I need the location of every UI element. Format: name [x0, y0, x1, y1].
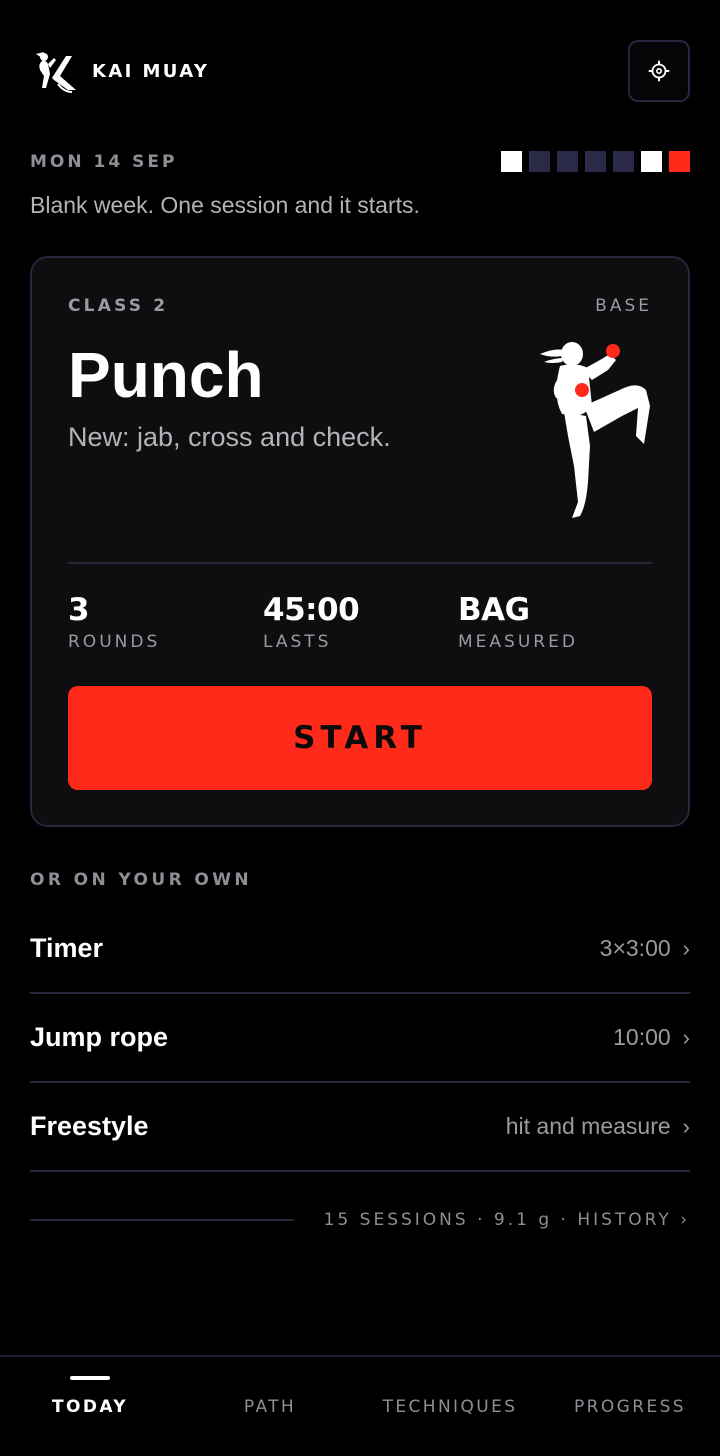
tab-label: PROGRESS — [574, 1397, 686, 1417]
week-day-empty — [557, 151, 578, 172]
week-day-empty — [585, 151, 606, 172]
hit-zone-marker — [575, 383, 589, 397]
stat-rounds: 3 ROUNDS — [68, 592, 160, 652]
list-item-value: 3×3:00 — [599, 935, 671, 961]
tab-label: TECHNIQUES — [382, 1397, 518, 1417]
start-button[interactable]: START — [68, 686, 652, 790]
class-description: New: jab, cross and check. — [68, 422, 391, 452]
current-date: MON 14 SEP — [30, 152, 178, 172]
week-day-today — [669, 151, 690, 172]
list-item-jump-rope[interactable]: Jump rope 10:00 › — [30, 994, 690, 1083]
list-item-title: Jump rope — [30, 1022, 169, 1052]
week-day-done — [641, 151, 662, 172]
stat-value: 3 — [68, 592, 90, 628]
stat-label: ROUNDS — [68, 632, 161, 652]
week-strip — [501, 151, 690, 172]
fighter-illustration — [540, 342, 650, 518]
tab-progress[interactable]: PROGRESS — [540, 1357, 720, 1456]
stat-measured: BAG MEASURED — [458, 592, 578, 652]
section-heading: OR ON YOUR OWN — [30, 870, 253, 890]
history-row: 15 SESSIONS · 9.1 g · HISTORY › — [30, 1206, 690, 1234]
week-day-empty — [613, 151, 634, 172]
list-item-title: Timer — [30, 933, 104, 963]
week-day-empty — [529, 151, 550, 172]
class-title: Punch — [68, 339, 264, 411]
chevron-right-icon: › — [682, 1113, 690, 1139]
stat-label: LASTS — [263, 632, 332, 652]
list-item-value: 10:00 — [613, 1024, 671, 1050]
tab-path[interactable]: PATH — [180, 1357, 360, 1456]
class-level: BASE — [595, 296, 652, 316]
list-item-freestyle[interactable]: Freestyle hit and measure › — [30, 1083, 690, 1172]
chevron-right-icon: › — [682, 1024, 690, 1050]
hit-zone-marker — [606, 344, 620, 358]
stat-value: BAG — [458, 592, 530, 628]
stat-label: MEASURED — [458, 632, 578, 652]
active-tab-indicator — [70, 1376, 110, 1380]
week-tagline: Blank week. One session and it starts. — [30, 192, 420, 218]
history-link[interactable]: 15 SESSIONS · 9.1 g · HISTORY › — [324, 1210, 690, 1230]
gear-icon — [648, 60, 670, 82]
tab-today[interactable]: TODAY — [0, 1357, 180, 1456]
stat-value: 45:00 — [263, 592, 360, 628]
tab-label: TODAY — [52, 1397, 128, 1417]
list-item-timer[interactable]: Timer 3×3:00 › — [30, 905, 690, 994]
chevron-right-icon: › — [682, 935, 690, 961]
class-card: CLASS 2 BASE Punch New: jab, cross and c… — [30, 256, 690, 827]
tab-label: PATH — [243, 1397, 297, 1417]
divider — [30, 1219, 294, 1221]
list-item-value: hit and measure — [505, 1113, 671, 1139]
fighter-k-logo — [36, 52, 76, 93]
bottom-tab-bar: TODAY PATH TECHNIQUES PROGRESS — [0, 1355, 720, 1456]
tab-techniques[interactable]: TECHNIQUES — [360, 1357, 540, 1456]
own-list: Timer 3×3:00 › Jump rope 10:00 › Freesty… — [30, 905, 690, 1172]
app-header: KAI MUAY — [30, 40, 690, 102]
card-divider — [68, 562, 652, 564]
list-item-title: Freestyle — [30, 1111, 149, 1141]
week-day-done — [501, 151, 522, 172]
brand-name: KAI MUAY — [92, 61, 210, 82]
stat-duration: 45:00 LASTS — [263, 592, 360, 652]
settings-button[interactable] — [628, 40, 690, 102]
class-number: CLASS 2 — [68, 296, 169, 316]
